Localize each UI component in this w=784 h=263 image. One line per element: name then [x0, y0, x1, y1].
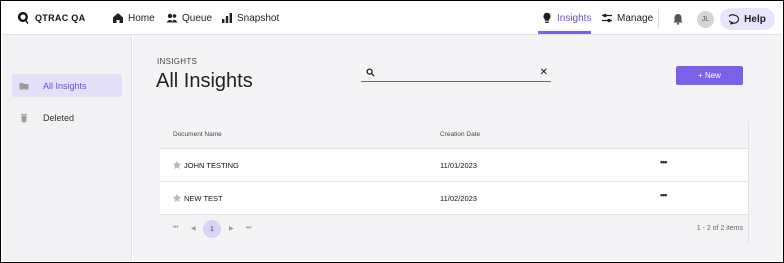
app-logo[interactable]: QTRAC QA — [17, 11, 85, 25]
more-options-icon[interactable]: ••• — [660, 157, 668, 167]
search-field: ✕ — [361, 66, 551, 82]
document-name[interactable]: JOHN TESTING — [184, 161, 239, 170]
bell-icon[interactable] — [672, 13, 684, 25]
nav-home-label: Home — [128, 12, 155, 24]
sliders-icon — [602, 13, 612, 23]
page-title: All Insights — [156, 70, 253, 92]
lightbulb-icon — [543, 12, 551, 23]
home-icon — [113, 13, 123, 23]
insights-table: Document Name Creation Date JOHN TESTING… — [160, 121, 749, 244]
star-icon[interactable] — [172, 160, 182, 170]
nav-manage[interactable]: Manage — [601, 12, 653, 24]
sidebar-item-label: Deleted — [43, 112, 75, 123]
document-name[interactable]: NEW TEST — [184, 194, 223, 203]
help-label: Help — [744, 13, 766, 25]
pagination-info: 1 - 2 of 2 items — [696, 225, 743, 232]
nav-divider — [658, 10, 659, 28]
folder-icon — [19, 82, 29, 89]
first-page-icon[interactable]: ⏮ — [173, 225, 178, 232]
table-row[interactable]: JOHN TESTING 11/01/2023 ••• — [160, 149, 749, 182]
column-header-creation-date[interactable]: Creation Date — [440, 131, 480, 138]
chat-bubble-icon — [729, 13, 740, 25]
table-header: Document Name Creation Date — [160, 121, 749, 149]
sidebar-item-deleted[interactable]: Deleted — [12, 106, 122, 129]
people-icon — [166, 13, 178, 23]
page-eyebrow: INSIGHTS — [157, 57, 198, 66]
nav-home[interactable]: Home — [112, 12, 155, 24]
sidebar: All Insights Deleted — [2, 35, 132, 261]
last-page-icon[interactable]: ⏭ — [246, 225, 251, 232]
search-icon — [366, 68, 375, 77]
table-row[interactable]: NEW TEST 11/02/2023 ••• — [160, 182, 749, 215]
search-input[interactable] — [379, 66, 529, 80]
page-number-current[interactable]: 1 — [203, 220, 221, 238]
previous-page-icon[interactable]: ◀ — [191, 225, 196, 232]
sidebar-item-all-insights[interactable]: All Insights — [12, 74, 122, 97]
creation-date: 11/02/2023 — [440, 194, 477, 203]
nav-snapshot[interactable]: Snapshot — [221, 12, 279, 24]
active-tab-indicator — [538, 31, 591, 34]
creation-date: 11/01/2023 — [440, 161, 477, 170]
logo-text: QTRAC QA — [35, 13, 86, 23]
nav-snapshot-label: Snapshot — [237, 12, 280, 24]
star-icon[interactable] — [172, 193, 182, 203]
nav-manage-label: Manage — [617, 12, 654, 24]
bar-chart-icon — [222, 13, 232, 23]
nav-insights-label: Insights — [557, 12, 592, 24]
next-page-icon[interactable]: ▶ — [229, 225, 234, 232]
app-window: QTRAC QA Home Queue Snapshot Insights Ma… — [0, 0, 784, 263]
sidebar-item-label: All Insights — [43, 80, 87, 91]
nav-queue-label: Queue — [182, 12, 213, 24]
clear-search-icon[interactable]: ✕ — [540, 67, 548, 78]
avatar[interactable]: JL — [697, 11, 714, 28]
nav-insights[interactable]: Insights — [541, 12, 591, 24]
more-options-icon[interactable]: ••• — [660, 190, 668, 200]
main-content: INSIGHTS All Insights ✕ + New Document N… — [133, 35, 782, 261]
column-header-document-name[interactable]: Document Name — [173, 131, 222, 138]
logo-icon — [17, 11, 29, 24]
pagination: ⏮ ◀ 1 ▶ ⏭ 1 - 2 of 2 items — [160, 215, 749, 244]
new-insight-button[interactable]: + New — [676, 66, 743, 85]
table-edge — [748, 121, 749, 244]
help-button[interactable]: Help — [720, 8, 775, 30]
trash-icon — [21, 113, 27, 122]
top-navigation-bar: QTRAC QA Home Queue Snapshot Insights Ma… — [2, 2, 782, 35]
nav-queue[interactable]: Queue — [166, 12, 212, 24]
